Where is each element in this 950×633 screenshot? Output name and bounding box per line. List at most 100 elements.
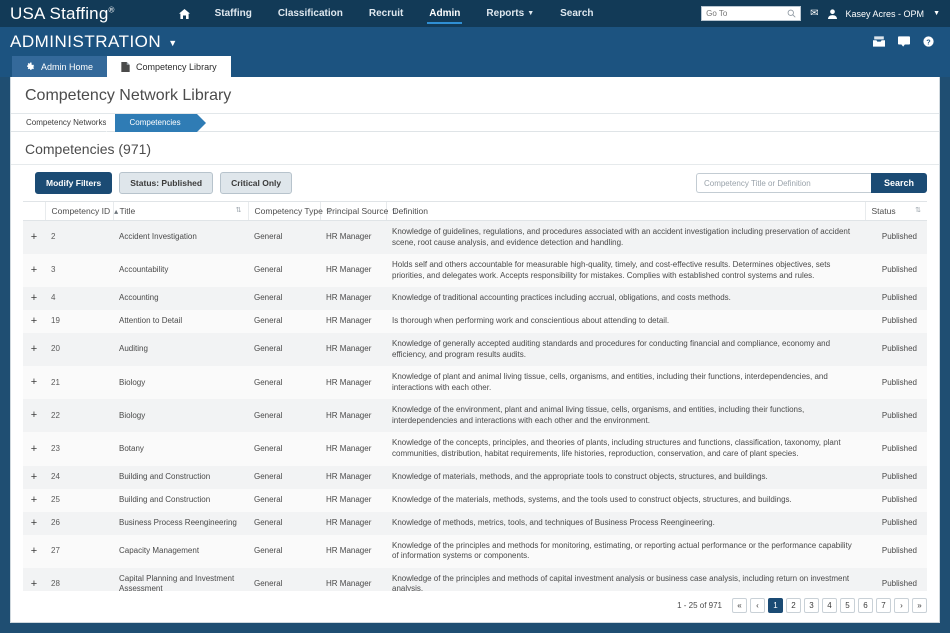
cell-status: Published [881,344,917,354]
pagination-page-7[interactable]: 7 [876,598,891,613]
table-row[interactable]: + 23 Botany General HR Manager Knowledge… [23,432,927,466]
nav-home-icon[interactable] [167,5,202,23]
expand-row-button[interactable]: + [23,287,45,310]
cell-title: Building and Construction [119,471,211,481]
app-logo[interactable]: USA Staffing® [10,4,115,24]
table-row[interactable]: + 24 Building and Construction General H… [23,465,927,489]
table-body: + 2 Accident Investigation General HR Ma… [23,220,927,591]
help-icon[interactable]: ? [923,36,934,47]
user-name-label[interactable]: Kasey Acres - OPM [846,9,925,19]
nav-item-recruit[interactable]: Recruit [356,2,416,25]
column-header-principal-source[interactable]: Principal Source⇅ [319,201,397,221]
sort-icon: ⇅ [915,207,921,214]
table-row[interactable]: + 4 Accounting General HR Manager Knowle… [23,287,927,311]
expand-row-button[interactable]: + [23,254,45,287]
cell-principal-source: HR Manager [326,494,372,504]
cell-competency-id: 22 [51,410,60,420]
goto-search-box[interactable] [701,6,802,21]
cell-definition: Is thorough when performing work and con… [392,316,670,326]
nav-label: Classification [277,8,343,19]
cell-competency-id: 19 [51,316,60,326]
cell-competency-type: General [254,316,283,326]
pagination-page-3[interactable]: 3 [804,598,819,613]
pagination-page-2[interactable]: 2 [786,598,801,613]
nav-item-search[interactable]: Search [547,2,606,25]
filter-chip-status-published[interactable]: Status: Published [119,172,214,194]
nav-item-reports[interactable]: Reports ▼ [473,2,547,25]
search-area: Search [695,173,927,193]
cell-status: Published [881,377,917,387]
table-row[interactable]: + 27 Capacity Management General HR Mana… [23,534,927,568]
expand-row-button[interactable]: + [23,221,45,255]
user-menu-chevron-down-icon[interactable]: ▼ [933,10,940,17]
expand-row-button[interactable]: + [23,366,45,399]
cell-status: Published [881,232,917,242]
table-row[interactable]: + 26 Business Process Reengineering Gene… [23,511,927,535]
nav-label: Recruit [368,8,404,19]
search-button[interactable]: Search [870,173,927,193]
search-input[interactable] [695,173,871,193]
inbox-icon[interactable] [873,36,885,47]
cell-status: Published [881,265,917,275]
nav-item-admin[interactable]: Admin [416,2,473,25]
user-avatar-icon[interactable] [827,8,837,19]
cell-principal-source: HR Manager [326,232,372,242]
table-row[interactable]: + 21 Biology General HR Manager Knowledg… [23,366,927,400]
cell-definition: Knowledge of methods, metrics, tools, an… [392,517,715,527]
competency-table: Competency ID▴ Title⇅ Competency Type⇅ P… [23,201,927,591]
expand-row-button[interactable]: + [23,333,45,366]
home-icon [178,8,190,19]
nav-label: Admin [429,8,461,19]
expand-row-button[interactable]: + [23,310,45,333]
expand-row-button[interactable]: + [23,535,45,568]
expand-row-button[interactable]: + [23,432,45,465]
table-row[interactable]: + 20 Auditing General HR Manager Knowled… [23,333,927,367]
expand-row-button[interactable]: + [23,399,45,432]
table-row[interactable]: + 19 Attention to Detail General HR Mana… [23,310,927,334]
pagination-first-button[interactable]: « [732,598,747,613]
pagination-prev-button[interactable]: ‹ [750,598,765,613]
mail-icon[interactable]: ✉ [810,8,818,19]
cell-title: Capacity Management [119,545,200,555]
modify-filters-button[interactable]: Modify Filters [35,172,113,194]
cell-definition: Knowledge of generally accepted auditing… [392,339,831,359]
global-nav-links: Staffing Classification Recruit Admin Re… [167,2,607,25]
table-row[interactable]: + 3 Accountability General HR Manager Ho… [23,254,927,288]
expand-row-button[interactable]: + [23,489,45,512]
expand-row-button[interactable]: + [23,512,45,535]
table-row[interactable]: + 25 Building and Construction General H… [23,488,927,512]
column-header-competency-id[interactable]: Competency ID ▴ [44,201,118,221]
cell-competency-type: General [254,232,283,242]
column-header-status[interactable]: Status ⇅ [864,201,927,221]
pagination-page-6[interactable]: 6 [858,598,873,613]
column-header-definition[interactable]: Definition [385,201,865,221]
pagination-page-5[interactable]: 5 [840,598,855,613]
goto-input[interactable] [706,9,797,18]
chat-icon[interactable] [898,36,910,47]
table-row[interactable]: + 22 Biology General HR Manager Knowledg… [23,399,927,433]
pagination-page-1[interactable]: 1 [768,598,783,613]
table-header-row: Competency ID▴ Title⇅ Competency Type⇅ P… [23,201,927,221]
cell-definition: Knowledge of the environment, plant and … [392,405,805,425]
tab-admin-home[interactable]: Admin Home [12,56,108,77]
pagination-last-button[interactable]: » [912,598,927,613]
table-row[interactable]: + 28 Capital Planning and Investment Ass… [23,567,927,591]
cell-principal-source: HR Manager [326,471,372,481]
column-header-competency-type[interactable]: Competency Type⇅ [247,201,332,221]
expand-row-button[interactable]: + [23,466,45,489]
nav-item-classification[interactable]: Classification [265,2,356,25]
filter-chip-critical-only[interactable]: Critical Only [220,172,293,194]
pagination-page-4[interactable]: 4 [822,598,837,613]
breadcrumb-item-competency-networks[interactable]: Competency Networks [17,114,115,132]
cell-title: Building and Construction [119,494,211,504]
pagination-next-button[interactable]: › [894,598,909,613]
breadcrumb-item-competencies[interactable]: Competencies [106,113,206,132]
cell-status: Published [881,494,917,504]
column-header-title[interactable]: Title ⇅ [112,201,248,221]
table-row[interactable]: + 2 Accident Investigation General HR Ma… [23,220,927,255]
section-title[interactable]: ADMINISTRATION ▼ [10,32,178,52]
cell-title: Biology [119,410,146,420]
tab-competency-library[interactable]: Competency Library [107,56,231,77]
nav-item-staffing[interactable]: Staffing [202,2,265,25]
expand-row-button[interactable]: + [23,568,45,591]
